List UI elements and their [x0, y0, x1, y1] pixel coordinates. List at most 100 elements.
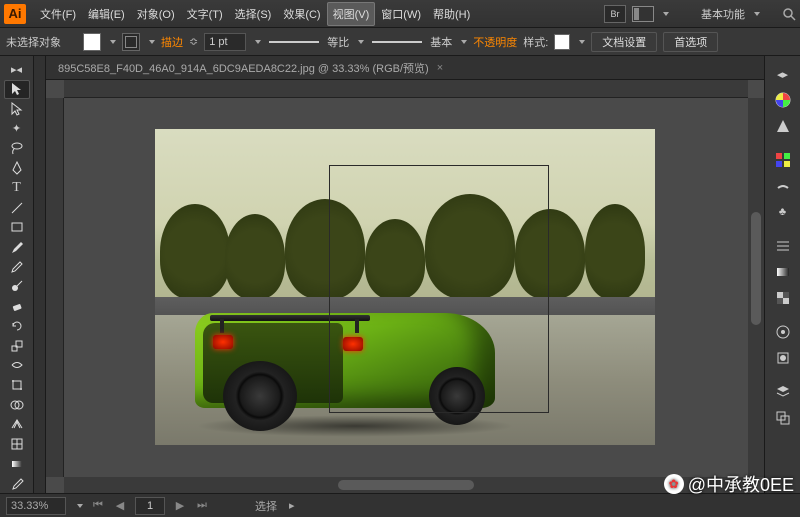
transparency-panel-icon[interactable] [770, 286, 796, 310]
menu-window[interactable]: 窗口(W) [375, 2, 427, 26]
style-label: 样式: [523, 34, 548, 50]
ruler-horizontal[interactable] [64, 80, 748, 98]
tools-panel: ▸◂ ✦ T [0, 56, 34, 493]
nav-next-icon[interactable]: ▶ [173, 499, 187, 513]
watermark: ✿ @中承教0EE [664, 471, 794, 497]
brushes-panel-icon[interactable] [770, 174, 796, 198]
menu-select[interactable]: 选择(S) [229, 2, 278, 26]
artboard-image [155, 129, 655, 445]
perspective-grid-tool[interactable] [4, 415, 30, 434]
workspace-label[interactable]: 基本功能 [701, 6, 745, 22]
stroke-dropdown-icon[interactable] [149, 40, 155, 44]
canvas-viewport[interactable] [46, 80, 764, 493]
color-guide-panel-icon[interactable] [770, 114, 796, 138]
menu-type[interactable]: 文字(T) [181, 2, 229, 26]
document-tab-title: 895C58E8_F40D_46A0_914A_6DC9AEDA8C22.jpg… [58, 60, 429, 76]
opacity-label[interactable]: 不透明度 [473, 34, 517, 50]
stroke-weight-input[interactable]: 1 pt [204, 33, 246, 51]
stroke-profile-preview[interactable] [269, 41, 319, 43]
layout-arrange-icon[interactable] [632, 6, 654, 22]
document-tab[interactable]: 895C58E8_F40D_46A0_914A_6DC9AEDA8C22.jpg… [46, 56, 764, 80]
blob-brush-tool[interactable] [4, 277, 30, 296]
app-logo: Ai [4, 4, 26, 24]
menu-file[interactable]: 文件(F) [34, 2, 82, 26]
zoom-input[interactable]: 33.33% [6, 497, 66, 515]
swatches-panel-icon[interactable] [770, 148, 796, 172]
scrollbar-vertical[interactable] [748, 98, 764, 477]
menu-edit[interactable]: 编辑(E) [82, 2, 131, 26]
fill-dropdown-icon[interactable] [110, 40, 116, 44]
stroke-label[interactable]: 描边 [161, 34, 183, 50]
pencil-tool[interactable] [4, 257, 30, 276]
panel-collapse-right-icon[interactable]: ◂▸ [770, 62, 796, 86]
paintbrush-tool[interactable] [4, 238, 30, 257]
menu-object[interactable]: 对象(O) [131, 2, 181, 26]
artboards-panel-icon[interactable] [770, 406, 796, 430]
line-tool[interactable] [4, 198, 30, 217]
close-tab-icon[interactable]: × [437, 62, 443, 74]
menu-help[interactable]: 帮助(H) [427, 2, 476, 26]
right-panels: ◂▸ ♣ [764, 56, 800, 493]
canvas-area: 895C58E8_F40D_46A0_914A_6DC9AEDA8C22.jpg… [46, 56, 764, 493]
scale-tool[interactable] [4, 336, 30, 355]
watermark-text: @中承教0EE [688, 471, 794, 497]
width-tool[interactable] [4, 356, 30, 375]
magic-wand-tool[interactable]: ✦ [4, 119, 30, 138]
control-bar: 未选择对象 描边 ≎ 1 pt 等比 基本 不透明度 样式: 文档设置 首选项 [0, 28, 800, 56]
zoom-dropdown-icon[interactable] [77, 504, 83, 508]
graphic-styles-panel-icon[interactable] [770, 346, 796, 370]
pen-tool[interactable] [4, 159, 30, 178]
menu-view[interactable]: 视图(V) [327, 2, 376, 26]
free-transform-tool[interactable] [4, 376, 30, 395]
search-icon[interactable] [782, 7, 796, 21]
eraser-tool[interactable] [4, 297, 30, 316]
watermark-icon: ✿ [664, 474, 684, 494]
tools-gutter [34, 56, 46, 493]
main-area: ▸◂ ✦ T 895C58E8_F40D_46A0_914A_6DC9AEDA8… [0, 56, 800, 493]
type-tool[interactable]: T [4, 178, 30, 197]
scale-dropdown-icon[interactable] [358, 40, 364, 44]
shape-builder-tool[interactable] [4, 395, 30, 414]
selection-tool[interactable] [4, 80, 30, 99]
symbols-panel-icon[interactable]: ♣ [770, 200, 796, 224]
bridge-icon[interactable]: Br [604, 5, 626, 23]
scroll-thumb-v[interactable] [751, 212, 761, 326]
brush-dropdown-icon[interactable] [461, 40, 467, 44]
stroke-panel-icon[interactable] [770, 234, 796, 258]
status-tool-label: 选择 [255, 498, 277, 514]
fill-swatch[interactable] [83, 33, 101, 51]
scroll-thumb-h[interactable] [338, 480, 475, 490]
scale-label: 等比 [327, 34, 349, 50]
lasso-tool[interactable] [4, 139, 30, 158]
rotate-tool[interactable] [4, 316, 30, 335]
nav-last-icon[interactable]: ⏭ [195, 499, 209, 513]
nav-first-icon[interactable]: ⏮ [91, 499, 105, 513]
panel-collapse-icon[interactable]: ▸◂ [4, 60, 30, 79]
direct-selection-tool[interactable] [4, 100, 30, 119]
document-setup-button[interactable]: 文档设置 [591, 32, 657, 52]
preferences-button[interactable]: 首选项 [663, 32, 718, 52]
mesh-tool[interactable] [4, 435, 30, 454]
color-panel-icon[interactable] [770, 88, 796, 112]
stroke-swatch[interactable] [122, 33, 140, 51]
selection-state-label: 未选择对象 [6, 34, 61, 50]
workspace-dropdown-icon[interactable] [754, 12, 760, 16]
eyedropper-tool[interactable] [4, 474, 30, 493]
layers-panel-icon[interactable] [770, 380, 796, 404]
graphic-style-swatch[interactable] [554, 34, 570, 50]
rectangle-tool[interactable] [4, 218, 30, 237]
brush-preview[interactable] [372, 41, 422, 43]
stroke-weight-dropdown-icon[interactable] [255, 40, 261, 44]
artboard-nav-input[interactable]: 1 [135, 497, 165, 515]
scrollbar-horizontal[interactable] [64, 477, 748, 493]
ruler-vertical[interactable] [46, 98, 64, 477]
appearance-panel-icon[interactable] [770, 320, 796, 344]
gradient-tool[interactable] [4, 455, 30, 474]
style-dropdown-icon[interactable] [579, 40, 585, 44]
menu-effect[interactable]: 效果(C) [277, 2, 326, 26]
style-basic-label: 基本 [430, 34, 452, 50]
nav-prev-icon[interactable]: ◀ [113, 499, 127, 513]
gradient-panel-icon[interactable] [770, 260, 796, 284]
arrange-dropdown-icon[interactable] [663, 12, 669, 16]
menu-bar: Ai 文件(F) 编辑(E) 对象(O) 文字(T) 选择(S) 效果(C) 视… [0, 0, 800, 28]
